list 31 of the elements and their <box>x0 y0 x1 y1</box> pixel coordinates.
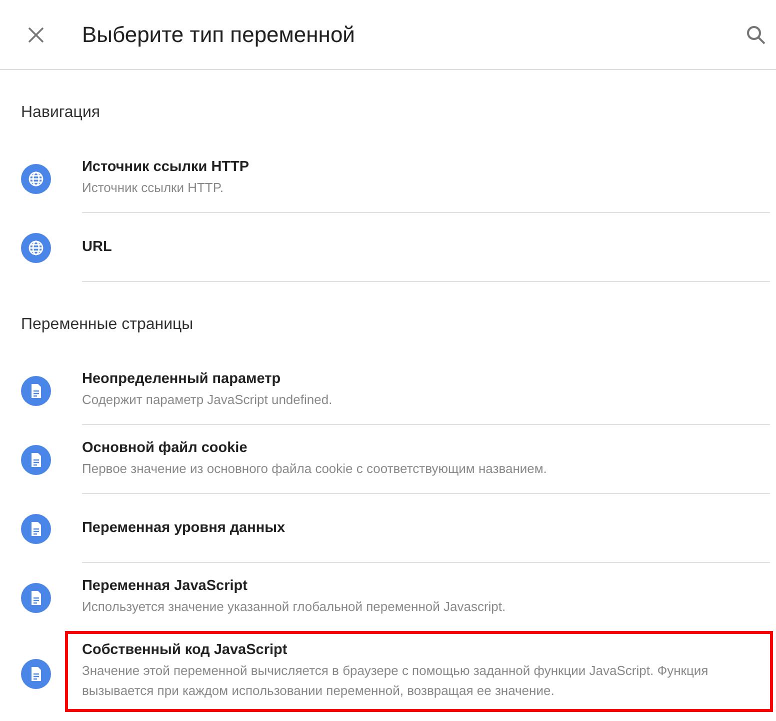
document-icon <box>21 444 51 474</box>
item-description: Содержит параметр JavaScript undefined. <box>82 390 334 409</box>
item-description: Источник ссылки HTTP. <box>82 178 224 196</box>
item-title: Источник ссылки HTTP <box>82 158 250 174</box>
variable-type-item[interactable]: Источник ссылки HTTP Источник ссылки HTTP. <box>0 144 776 213</box>
globe-icon <box>21 232 51 262</box>
variable-type-item[interactable]: Основной файл cookie Первое значение из основного файла cookie с соответствующим названием. <box>0 425 776 494</box>
globe-icon <box>21 164 51 194</box>
variable-type-item[interactable]: Переменная уровня данных <box>0 494 776 563</box>
variable-type-item[interactable]: URL <box>0 213 776 282</box>
variable-type-item[interactable]: Переменная JavaScript Используется значение указанной глобальной переменной Javascript. <box>0 563 776 632</box>
item-description: Значение этой переменной вычисляется в браузере с помощью заданной функции JavaScript. Функция вызывается при каждом использовании переменной, возвращая ее значение. <box>82 662 710 700</box>
item-title: URL <box>82 239 113 255</box>
dialog-title: Выберите тип переменной <box>82 22 356 48</box>
item-description: Используется значение указанной глобальной переменной Javascript. <box>82 598 507 616</box>
item-title: Переменная уровня данных <box>82 520 286 536</box>
variable-type-item[interactable]: Собственный код JavaScript Значение этой переменной вычисляется в браузере с помощью заданной функции JavaScript. Функция вызывается при каждом использовании переменной, возвращая ее значение. <box>0 632 776 715</box>
variable-type-item[interactable]: Неопределенный параметр Содержит параметр JavaScript undefined. <box>0 356 776 425</box>
item-title: Основной файл cookie <box>82 440 248 456</box>
close-icon[interactable] <box>28 26 44 42</box>
section-heading: Переменные страницы <box>20 315 194 335</box>
item-title: Переменная JavaScript <box>82 578 248 594</box>
document-icon <box>21 514 51 544</box>
item-title: Неопределенный параметр <box>82 370 282 386</box>
document-icon <box>21 658 51 688</box>
document-icon <box>21 582 51 612</box>
section-heading: Навигация <box>20 103 102 123</box>
item-description: Первое значение из основного файла cookie с соответствующим названием. <box>82 460 548 478</box>
document-icon <box>21 376 51 406</box>
item-title: Собственный код JavaScript <box>82 642 288 658</box>
search-icon[interactable] <box>746 24 766 44</box>
